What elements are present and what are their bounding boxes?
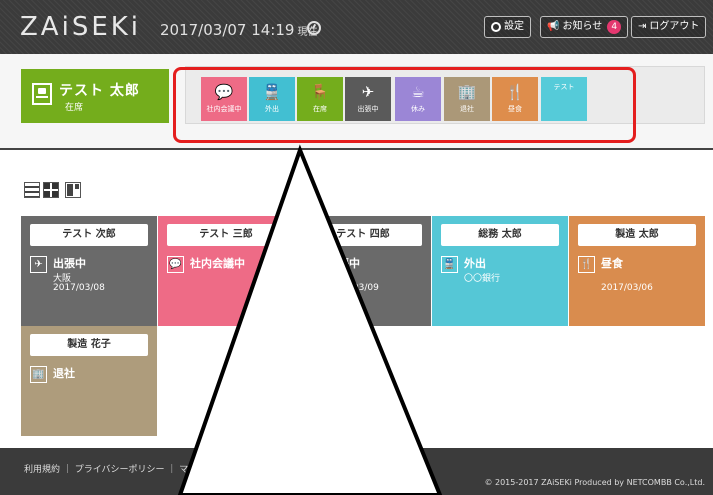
status-button-label: 在席 [313,105,327,113]
logout-label: ログアウト [649,21,700,32]
member-card[interactable]: テスト 四郎 ✈ 出張中 2017/03/09 [295,216,431,326]
datetime-value: 2017/03/07 14:19 [160,21,295,39]
grid-view-icon[interactable] [43,182,59,198]
my-status: 在席 [65,103,84,113]
status-button-row: 💬 社内会議中 🚆 外出 🪑 在席 ✈ 出張中 ☕ 休み 🏢 退社 🍴 昼食 テスト [185,66,705,124]
desk-chair-icon [32,83,52,105]
status-button-2[interactable]: 🚆 外出 [249,77,295,121]
member-card[interactable]: 総務 太郎 🚆 外出〇〇銀行 [432,216,568,326]
status-button-4[interactable]: ✈ 出張中 [345,77,391,121]
member-date: 2017/03/06 [601,283,653,293]
member-status: 出張中 [53,257,86,270]
train-icon: 🚆 [262,83,282,101]
gear-icon [491,22,501,32]
status-button-label: 昼食 [508,105,522,113]
status-button-7[interactable]: 🍴 昼食 [492,77,538,121]
current-datetime: 2017/03/07 14:19 現在 [160,21,317,39]
member-card[interactable]: テスト 次郎 ✈ 出張中 大阪 2017/03/08 [21,216,157,326]
status-button-1[interactable]: 💬 社内会議中 [201,77,247,121]
footer: 利用規約 ｜ プライバシーポリシー ｜ マ © 2015-2017 ZAiSEK… [0,448,713,495]
status-panel: テスト 太郎 在席 💬 社内会議中 🚆 外出 🪑 在席 ✈ 出張中 ☕ 休み 🏢 退社 🍴 昼食 テスト [0,54,713,150]
member-status: 昼食 [601,257,623,270]
logout-button[interactable]: ⇥ ログアウト [631,16,707,38]
status-button-label: 退社 [460,105,474,113]
train-icon: 🚆 [441,256,458,273]
refresh-clock-icon[interactable] [307,21,321,35]
status-button-label: 外出 [265,105,279,113]
member-name: テスト 四郎 [304,224,422,246]
copyright: © 2015-2017 ZAiSEKi Produced by NETCOMBB… [484,478,705,487]
status-button-5[interactable]: ☕ 休み [395,77,441,121]
my-name: テスト 太郎 [59,83,140,99]
megaphone-icon: 📢 [547,21,560,32]
member-card[interactable]: テスト 三郎 💬 社内会議中 [158,216,294,326]
status-button-3[interactable]: 🪑 在席 [297,77,343,121]
footer-links[interactable]: 利用規約 ｜ プライバシーポリシー ｜ マ [24,462,188,475]
fork-knife-icon: 🍴 [578,256,595,273]
notice-button[interactable]: 📢 お知らせ 4 [540,16,629,38]
desk-chair-icon: 🪑 [310,83,330,101]
app-logo[interactable]: ZAiSEKi [20,12,141,42]
status-button-label: テスト [553,83,575,91]
member-status: 出張中 [327,257,360,270]
member-status: 社内会議中 [190,257,245,270]
member-status: 外出 [464,257,486,270]
list-view-icon[interactable] [24,182,40,198]
airplane-icon: ✈ [304,256,321,273]
my-status-card: テスト 太郎 在席 [21,69,169,123]
settings-button[interactable]: 設定 [484,16,531,38]
member-name: 総務 太郎 [441,224,559,246]
speech-bubble-icon: 💬 [214,83,234,101]
building-icon: 🏢 [457,83,477,101]
airplane-icon: ✈ [361,83,375,101]
member-card[interactable]: 製造 太郎 🍴 昼食 2017/03/06 [569,216,705,326]
notice-label: お知らせ [562,21,603,32]
coffee-cup-icon: ☕ [411,83,425,101]
member-name: テスト 三郎 [167,224,285,246]
member-name: 製造 太郎 [578,224,696,246]
status-button-6[interactable]: 🏢 退社 [444,77,490,121]
logout-icon: ⇥ [638,21,647,32]
member-date: 2017/03/08 [53,283,105,293]
app-header: ZAiSEKi 2017/03/07 14:19 現在 設定 📢 お知らせ 4 ⇥… [0,0,713,54]
member-date: 2017/03/09 [327,283,379,293]
status-button-label: 出張中 [357,105,379,113]
notice-count-badge: 4 [607,20,622,34]
member-card[interactable]: 製造 花子 🏢 退社 [21,326,157,436]
member-name: 製造 花子 [30,334,148,356]
status-button-8[interactable]: テスト [541,77,587,121]
member-name: テスト 次郎 [30,224,148,246]
status-button-label: 社内会議中 [206,105,242,113]
building-icon: 🏢 [30,366,47,383]
status-button-label: 休み [411,105,425,113]
tile-view-icon[interactable] [65,182,81,198]
airplane-icon: ✈ [30,256,47,273]
fork-knife-icon: 🍴 [505,83,525,101]
speech-bubble-icon: 💬 [167,256,184,273]
member-detail: 〇〇銀行 [464,274,501,284]
member-status: 退社 [53,367,75,380]
settings-label: 設定 [504,21,524,32]
